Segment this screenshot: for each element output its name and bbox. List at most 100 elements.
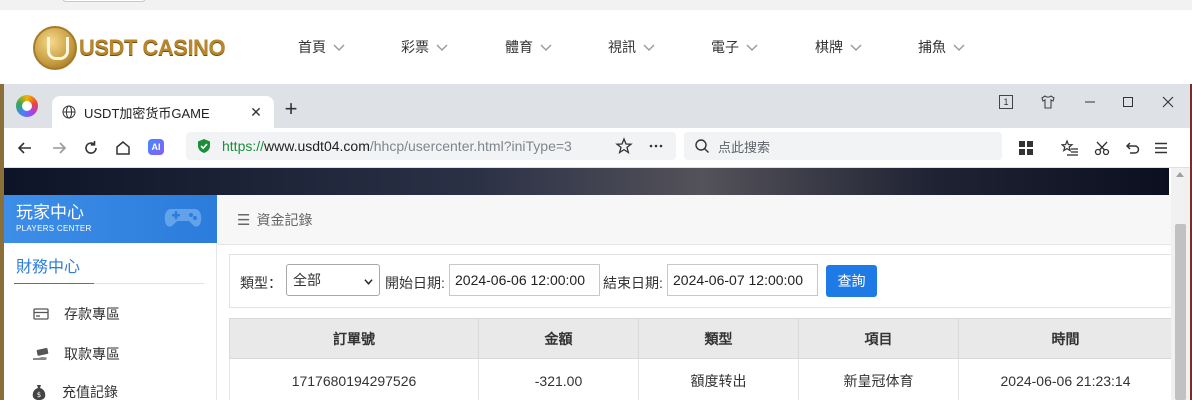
menu-icon[interactable]: ☰	[237, 211, 250, 229]
nav-item-lottery[interactable]: 彩票	[401, 36, 449, 58]
svg-text:$: $	[37, 391, 41, 399]
back-button[interactable]	[14, 137, 36, 159]
sidebar-item-deposit[interactable]: 存款專區	[32, 303, 120, 325]
home-button[interactable]	[112, 137, 134, 159]
player-center-sidebar: 玩家中心 PLAYERS CENTER 財務中心 存款專區 取款專區 $ 充值記…	[4, 195, 217, 400]
favorites-list-icon	[1061, 139, 1078, 156]
column-header-amount: 金額	[478, 318, 639, 359]
undo-button[interactable]	[1121, 137, 1143, 159]
url-host: www.usdt04.com	[264, 138, 370, 154]
sidebar-item-recharge-records[interactable]: $ 充值記錄	[30, 381, 118, 400]
ellipsis-icon	[649, 144, 663, 148]
nav-label: 視訊	[608, 39, 636, 55]
chevron-down-icon	[333, 44, 345, 51]
arrow-right-icon	[53, 142, 67, 154]
sidebar-item-withdraw[interactable]: 取款專區	[32, 343, 120, 365]
column-header-type: 類型	[638, 318, 799, 359]
column-header-order-no: 訂單號	[229, 318, 479, 359]
reload-icon	[85, 141, 97, 154]
close-window-button[interactable]	[1156, 92, 1180, 112]
nav-item-fishing[interactable]: 捕魚	[918, 36, 966, 58]
hamburger-icon	[1155, 142, 1167, 154]
home-icon	[116, 141, 130, 155]
sidebar-item-label: 取款專區	[64, 346, 120, 362]
top-pill	[62, 0, 146, 2]
finance-center-title: 財務中心	[16, 259, 81, 276]
page-viewport: 玩家中心 PLAYERS CENTER 財務中心 存款專區 取款專區 $ 充值記…	[4, 168, 1190, 400]
table-header-row: 訂單號 金額 類型 項目 時間	[229, 318, 1173, 359]
nav-item-slots[interactable]: 電子	[711, 36, 759, 58]
browser-tab-active[interactable]: USDT加密货币GAME ✕	[52, 96, 274, 128]
query-button[interactable]: 查詢	[826, 265, 877, 297]
browser-window: USDT加密货币GAME ✕ + 1 AI https://www.usdt04…	[4, 84, 1190, 400]
scrollbar-thumb[interactable]	[1175, 224, 1186, 400]
ai-assistant-button[interactable]: AI	[148, 139, 164, 155]
address-bar[interactable]: https://www.usdt04.com/hhcp/usercenter.h…	[186, 132, 676, 160]
chevron-down-icon	[746, 44, 758, 51]
nav-label: 電子	[711, 39, 739, 55]
tab-counter-icon[interactable]: 1	[994, 92, 1018, 112]
site-logo[interactable]: USDT CASINO	[33, 24, 253, 72]
chevron-down-icon	[436, 44, 448, 51]
secure-shield-icon	[198, 139, 210, 153]
cell-type: 額度转出	[638, 358, 799, 400]
tab-counter: 1	[999, 95, 1013, 109]
apps-grid-button[interactable]	[1015, 137, 1037, 159]
tab-title: USDT加密货币GAME	[84, 105, 210, 121]
sidebar-item-label: 存款專區	[64, 306, 120, 322]
scroll-up-arrow-icon[interactable]	[1176, 172, 1184, 177]
player-center-header: 玩家中心 PLAYERS CENTER	[4, 195, 217, 243]
site-header: USDT CASINO 首頁 彩票 體育 視訊 電子 棋牌 捕魚	[0, 0, 1192, 84]
browser-logo-icon[interactable]	[16, 95, 38, 117]
nav-item-chess[interactable]: 棋牌	[815, 36, 863, 58]
cell-time: 2024-06-06 21:23:14	[958, 358, 1173, 400]
reload-button[interactable]	[80, 137, 102, 159]
nav-label: 棋牌	[815, 39, 843, 55]
end-date-input[interactable]: 2024-06-07 12:00:00	[667, 264, 818, 296]
cash-hand-icon	[33, 348, 49, 360]
grid-icon	[1019, 141, 1033, 155]
column-header-time: 時間	[958, 318, 1173, 359]
url-text: https://www.usdt04.com/hhcp/usercenter.h…	[222, 138, 572, 154]
url-path: /hhcp/usercenter.html?iniType=3	[369, 138, 572, 154]
browser-toolbar: AI https://www.usdt04.com/hhcp/usercente…	[4, 128, 1190, 168]
favorites-list-button[interactable]	[1059, 137, 1081, 159]
forward-button[interactable]	[48, 137, 70, 159]
logo-coin-icon	[33, 26, 77, 70]
chevron-down-icon	[540, 44, 552, 51]
shirt-icon[interactable]	[1036, 92, 1060, 112]
content-header: ☰ 資金記錄	[217, 195, 1171, 245]
scissors-icon	[1094, 141, 1110, 156]
search-box[interactable]: 点此搜索	[684, 132, 1002, 160]
end-date-label: 結束日期:	[603, 275, 663, 291]
star-icon	[615, 137, 633, 154]
url-scheme: https://	[222, 138, 265, 154]
fund-records-table: 訂單號 金額 類型 項目 時間 1717680194297526 -321.00…	[229, 318, 1173, 400]
nav-item-live[interactable]: 視訊	[608, 36, 656, 58]
minimize-button[interactable]	[1078, 92, 1102, 112]
more-actions-button[interactable]	[645, 135, 667, 157]
page-banner	[4, 168, 1169, 195]
tab-close-icon[interactable]: ✕	[248, 104, 264, 121]
menu-button[interactable]	[1150, 137, 1172, 159]
start-date-input[interactable]: 2024-06-06 12:00:00	[449, 264, 600, 296]
globe-icon	[62, 105, 76, 119]
new-tab-button[interactable]: +	[280, 98, 302, 120]
type-select[interactable]: 全部	[286, 264, 380, 296]
page-scrollbar[interactable]	[1171, 168, 1190, 400]
undo-icon	[1125, 142, 1140, 154]
divider	[14, 283, 204, 284]
search-placeholder: 点此搜索	[718, 139, 771, 155]
cell-item: 新皇冠体育	[798, 358, 959, 400]
type-label: 類型：	[240, 275, 282, 291]
screenshot-button[interactable]	[1091, 137, 1113, 159]
start-date-label: 開始日期:	[385, 275, 445, 291]
bookmark-star-button[interactable]	[613, 135, 635, 157]
maximize-button[interactable]	[1116, 92, 1140, 112]
cell-order-no: 1717680194297526	[229, 358, 479, 400]
table-row: 1717680194297526 -321.00 額度转出 新皇冠体育 2024…	[229, 358, 1173, 400]
nav-item-home[interactable]: 首頁	[298, 36, 346, 58]
arrow-left-icon	[17, 142, 31, 154]
nav-item-sports[interactable]: 體育	[505, 36, 553, 58]
nav-label: 彩票	[401, 39, 429, 55]
